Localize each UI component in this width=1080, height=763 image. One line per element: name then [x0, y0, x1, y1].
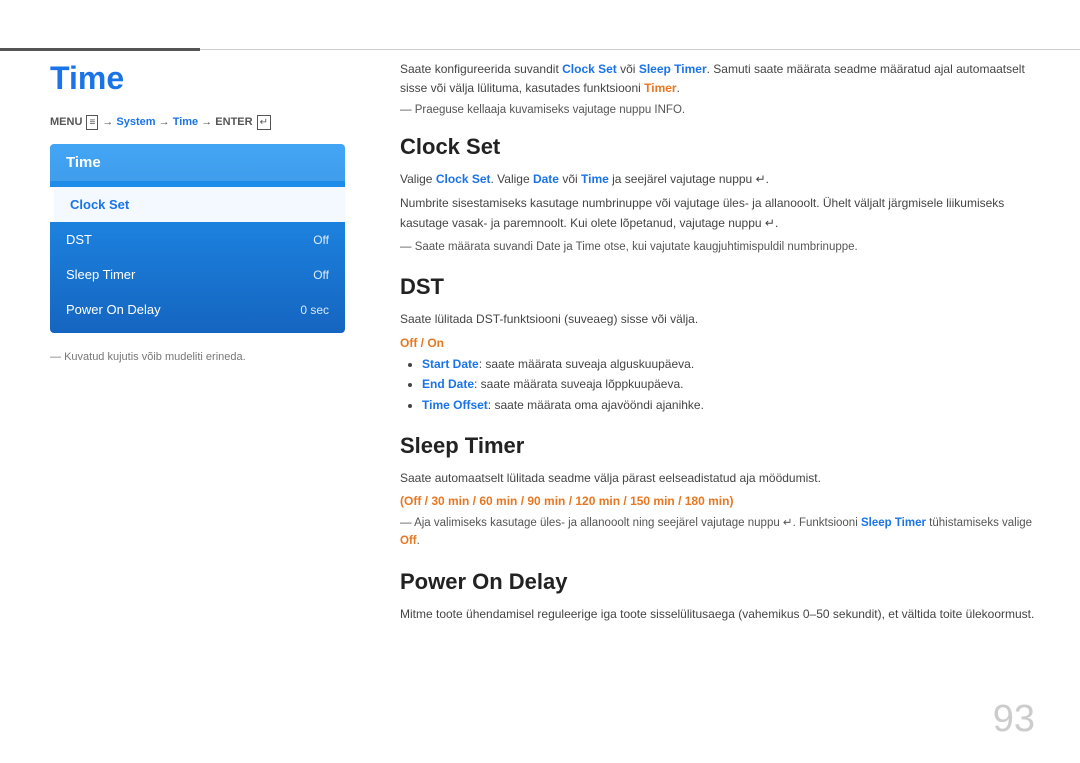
- menu-item-power-on-delay[interactable]: Power On Delay 0 sec: [50, 292, 345, 327]
- time-nav-label: Time: [173, 116, 198, 128]
- section-power-on-delay: Power On Delay Mitme toote ühendamisel r…: [400, 569, 1035, 625]
- intro-text: Saate konfigureerida suvandit Clock Set …: [400, 60, 1035, 98]
- cs-bold3: Time: [581, 172, 609, 186]
- time-menu-header: Time: [50, 144, 345, 181]
- menu-icon: ≡: [86, 115, 98, 130]
- time-menu: Time Clock Set DST Off Sleep Timer Off P…: [50, 144, 345, 333]
- power-on-delay-text: Mitme toote ühendamisel reguleerige iga …: [400, 605, 1035, 625]
- sleep-timer-heading: Sleep Timer: [400, 433, 1035, 459]
- off-ref: Off: [400, 535, 417, 547]
- cs-note-date: Date: [536, 241, 560, 253]
- sleep-timer-note: Aja valimiseks kasutage üles- ja allanoo…: [400, 514, 1035, 551]
- time-offset-label: Time Offset: [422, 398, 488, 412]
- dst-bullet-offset: Time Offset: saate määrata oma ajavööndi…: [422, 395, 1035, 415]
- menu-item-power-on-delay-label: Power On Delay: [66, 302, 161, 317]
- dst-bullet-start: Start Date: saate määrata suveaja algusk…: [422, 354, 1035, 374]
- menu-item-sleep-timer-label: Sleep Timer: [66, 267, 135, 282]
- dst-bullet-end: End Date: saate määrata suveaja lõppkuup…: [422, 374, 1035, 394]
- sleep-timer-ref: Sleep Timer: [639, 62, 707, 76]
- menu-item-sleep-timer-value: Off: [313, 268, 329, 282]
- menu-label: MENU: [50, 116, 82, 128]
- menu-path: MENU ≡ → System → Time → ENTER ↵: [50, 115, 350, 130]
- power-on-delay-heading: Power On Delay: [400, 569, 1035, 595]
- left-panel: Time MENU ≡ → System → Time → ENTER ↵ Ti…: [50, 60, 350, 363]
- intro-note: Praeguse kellaaja kuvamiseks vajutage nu…: [400, 104, 1035, 116]
- clock-set-text-2: Numbrite sisestamiseks kasutage numbrinu…: [400, 194, 1035, 234]
- note-below-menu: Kuvatud kujutis võib mudeliti erineda.: [50, 351, 350, 363]
- dst-text: Saate lülitada DST-funktsiooni (suveaeg)…: [400, 310, 1035, 330]
- section-clock-set: Clock Set Valige Clock Set. Valige Date …: [400, 134, 1035, 256]
- sleep-timer-text: Saate automaatselt lülitada seadme välja…: [400, 469, 1035, 489]
- top-lines: [0, 48, 1080, 51]
- menu-item-dst-value: Off: [313, 233, 329, 247]
- section-sleep-timer: Sleep Timer Saate automaatselt lülitada …: [400, 433, 1035, 551]
- section-dst: DST Saate lülitada DST-funktsiooni (suve…: [400, 274, 1035, 415]
- time-menu-items: Clock Set DST Off Sleep Timer Off Power …: [50, 181, 345, 333]
- sleep-timer-bold-ref: Sleep Timer: [861, 517, 926, 529]
- menu-item-dst[interactable]: DST Off: [50, 222, 345, 257]
- end-date-label: End Date: [422, 377, 474, 391]
- menu-item-sleep-timer[interactable]: Sleep Timer Off: [50, 257, 345, 292]
- clock-set-ref: Clock Set: [562, 62, 617, 76]
- menu-item-power-on-delay-value: 0 sec: [300, 303, 329, 317]
- cs-bold2: Date: [533, 172, 559, 186]
- menu-item-clock-set-label: Clock Set: [70, 197, 129, 212]
- system-label: System: [116, 116, 155, 128]
- dst-off-on: Off / On: [400, 336, 1035, 350]
- cs-bold1: Clock Set: [436, 172, 491, 186]
- top-line-dark: [0, 48, 200, 51]
- sleep-timer-options: (Off / 30 min / 60 min / 90 min / 120 mi…: [400, 494, 1035, 508]
- enter-label: ENTER: [215, 116, 252, 128]
- menu-item-clock-set[interactable]: Clock Set: [50, 187, 345, 222]
- enter-icon: ↵: [257, 115, 271, 130]
- page-title: Time: [50, 60, 350, 97]
- dst-bullets: Start Date: saate määrata suveaja algusk…: [400, 354, 1035, 415]
- page-number: 93: [993, 698, 1035, 741]
- right-panel: Saate konfigureerida suvandit Clock Set …: [400, 60, 1035, 643]
- clock-set-note: Saate määrata suvandi Date ja Time otse,…: [400, 238, 1035, 256]
- cs-note-time: Time: [576, 241, 601, 253]
- clock-set-text-1: Valige Clock Set. Valige Date või Time j…: [400, 170, 1035, 190]
- menu-item-dst-label: DST: [66, 232, 92, 247]
- start-date-label: Start Date: [422, 357, 479, 371]
- top-line-light: [200, 49, 1080, 50]
- timer-ref: Timer: [644, 81, 676, 95]
- dst-heading: DST: [400, 274, 1035, 300]
- clock-set-heading: Clock Set: [400, 134, 1035, 160]
